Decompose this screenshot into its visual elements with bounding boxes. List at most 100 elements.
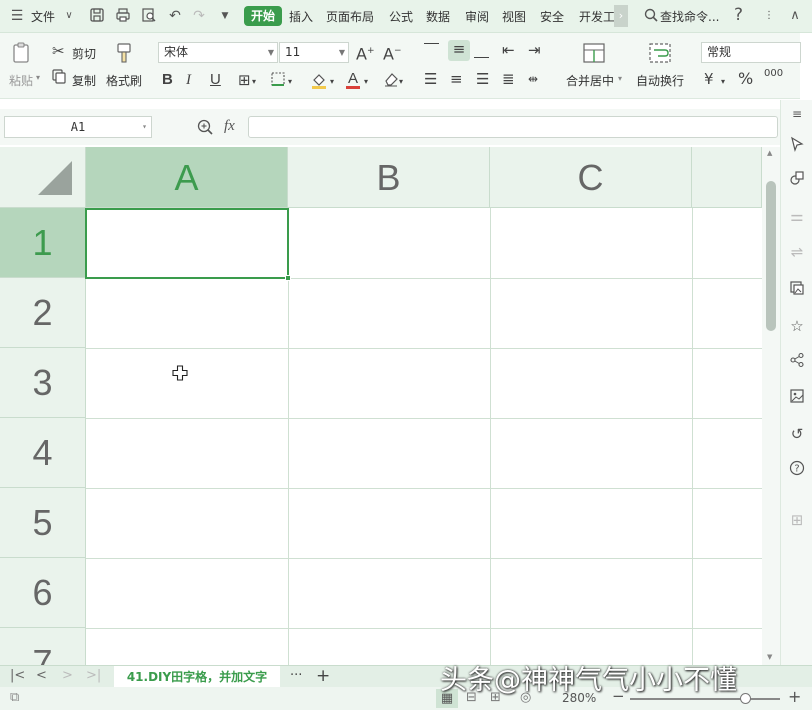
- decrease-indent-icon[interactable]: ⇤: [502, 41, 515, 59]
- bold-icon[interactable]: B: [162, 71, 173, 89]
- shapes-icon[interactable]: [787, 170, 807, 190]
- format-painter-button[interactable]: 格式刷: [106, 72, 142, 89]
- border-style-dropdown-icon[interactable]: ▾: [288, 73, 292, 91]
- tab-page-layout[interactable]: 页面布局: [326, 8, 374, 25]
- tab-review[interactable]: 审阅: [465, 8, 489, 25]
- scroll-up-icon[interactable]: ▲: [767, 149, 772, 157]
- align-middle-icon[interactable]: ≡: [448, 40, 470, 61]
- hamburger-menu-icon[interactable]: ☰: [8, 7, 26, 25]
- justify-icon[interactable]: ≣: [502, 70, 515, 88]
- macro-record-icon[interactable]: ⧉: [10, 690, 19, 705]
- italic-icon[interactable]: I: [186, 71, 191, 89]
- underline-icon[interactable]: U: [210, 71, 221, 89]
- chevron-down-icon[interactable]: ∨: [60, 7, 78, 25]
- clear-dropdown-icon[interactable]: ▾: [399, 73, 403, 91]
- prev-sheet-icon[interactable]: <: [36, 668, 47, 683]
- formula-input[interactable]: [248, 116, 778, 138]
- customize-dropdown-icon[interactable]: ▼: [216, 7, 234, 25]
- copy-button[interactable]: 复制: [72, 72, 96, 89]
- add-sheet-button[interactable]: +: [316, 666, 330, 686]
- thousands-separator-button[interactable]: 000: [764, 68, 783, 79]
- fill-color-dropdown-icon[interactable]: ▾: [330, 73, 334, 91]
- collapse-ribbon-icon[interactable]: ∧: [786, 7, 804, 25]
- help-icon[interactable]: ?: [734, 5, 743, 25]
- row-header-4[interactable]: 4: [0, 418, 86, 488]
- row-header-7[interactable]: 7: [0, 628, 86, 665]
- apps-grid-icon[interactable]: ⊞: [787, 510, 807, 530]
- history-icon[interactable]: ↺: [787, 424, 807, 444]
- command-search-input[interactable]: 查找命令...: [660, 8, 719, 25]
- paste-icon[interactable]: [10, 41, 34, 65]
- redo-icon[interactable]: ↷: [190, 7, 208, 25]
- align-right-icon[interactable]: ☰: [476, 70, 489, 88]
- undo-icon[interactable]: ↶: [166, 7, 184, 25]
- row-header-5[interactable]: 5: [0, 488, 86, 558]
- name-box[interactable]: A1 ▾: [4, 116, 152, 138]
- sidebar-menu-icon[interactable]: ≡: [787, 104, 807, 124]
- zoom-slider-thumb[interactable]: [740, 693, 751, 704]
- selected-cell-a1[interactable]: [85, 208, 289, 279]
- borders-icon[interactable]: ⊞: [238, 71, 251, 89]
- last-sheet-icon[interactable]: >|: [86, 668, 101, 683]
- first-sheet-icon[interactable]: |<: [10, 668, 25, 683]
- clear-format-icon[interactable]: [383, 71, 399, 91]
- file-menu[interactable]: 文件: [31, 8, 55, 25]
- tab-developer[interactable]: 开发工: [579, 8, 615, 25]
- currency-dropdown-icon[interactable]: ▾: [721, 73, 725, 91]
- font-size-select[interactable]: 11 ▼: [279, 42, 349, 63]
- print-preview-icon[interactable]: [140, 7, 158, 25]
- merge-dropdown-icon[interactable]: ▾: [618, 74, 622, 83]
- zoom-slider[interactable]: [630, 698, 780, 700]
- next-sheet-icon[interactable]: >: [62, 668, 73, 683]
- percent-button[interactable]: %: [738, 69, 753, 88]
- column-header-c[interactable]: C: [490, 147, 692, 208]
- save-icon[interactable]: [88, 7, 106, 25]
- align-left-icon[interactable]: ☰: [424, 70, 437, 88]
- font-color-icon[interactable]: A: [346, 70, 360, 89]
- tab-security[interactable]: 安全: [540, 8, 564, 25]
- select-pointer-icon[interactable]: [787, 136, 807, 156]
- decrease-font-icon[interactable]: A−: [383, 42, 402, 63]
- tab-formulas[interactable]: 公式: [389, 8, 413, 25]
- ribbon-options-icon[interactable]: ⋮: [760, 7, 778, 25]
- sheet-tab-active[interactable]: 41.DIY田字格，并加文字: [114, 666, 280, 688]
- currency-icon[interactable]: ¥: [704, 70, 714, 88]
- fill-handle[interactable]: [285, 275, 291, 281]
- align-center-icon[interactable]: ≡: [450, 70, 463, 88]
- column-header-b[interactable]: B: [288, 147, 490, 208]
- row-header-1[interactable]: 1: [0, 208, 86, 278]
- star-icon[interactable]: ☆: [787, 316, 807, 336]
- number-format-select[interactable]: 常规: [701, 42, 801, 63]
- column-header-a[interactable]: A: [86, 147, 288, 208]
- tab-insert[interactable]: 插入: [289, 8, 313, 25]
- border-style-icon[interactable]: [270, 71, 286, 91]
- zoom-formula-icon[interactable]: [196, 118, 214, 139]
- tab-data[interactable]: 数据: [426, 8, 450, 25]
- transform-icon[interactable]: ⇌: [787, 242, 807, 262]
- cut-button[interactable]: 剪切: [72, 45, 96, 62]
- picture-icon[interactable]: [787, 388, 807, 408]
- row-header-2[interactable]: 2: [0, 278, 86, 348]
- borders-dropdown-icon[interactable]: ▾: [252, 73, 256, 91]
- fill-color-icon[interactable]: [310, 71, 328, 93]
- help-circle-icon[interactable]: ?: [787, 460, 807, 480]
- zoom-in-button[interactable]: +: [788, 687, 801, 706]
- paste-dropdown-icon[interactable]: ▾: [36, 73, 40, 82]
- insert-function-button[interactable]: fx: [224, 118, 235, 135]
- font-name-select[interactable]: 宋体 ▼: [158, 42, 278, 63]
- more-sheets-button[interactable]: ···: [290, 668, 302, 683]
- tabs-scroll-right-icon[interactable]: ›: [614, 5, 628, 27]
- tab-home[interactable]: 开始: [244, 6, 282, 26]
- wrap-text-button[interactable]: 自动换行: [636, 72, 684, 89]
- scrollbar-thumb[interactable]: [766, 181, 776, 331]
- share-icon[interactable]: [787, 352, 807, 372]
- merge-center-button[interactable]: 合并居中: [566, 72, 614, 89]
- image-gallery-icon[interactable]: [787, 280, 807, 300]
- increase-font-icon[interactable]: A+: [356, 42, 375, 63]
- scroll-down-icon[interactable]: ▼: [767, 653, 772, 661]
- increase-indent-icon[interactable]: ⇥: [528, 41, 541, 59]
- align-bottom-icon[interactable]: ⎽: [474, 41, 489, 59]
- vertical-scrollbar[interactable]: ▲ ▼: [762, 147, 780, 665]
- align-top-icon[interactable]: ⎺: [424, 41, 439, 59]
- select-all-corner[interactable]: [0, 147, 86, 208]
